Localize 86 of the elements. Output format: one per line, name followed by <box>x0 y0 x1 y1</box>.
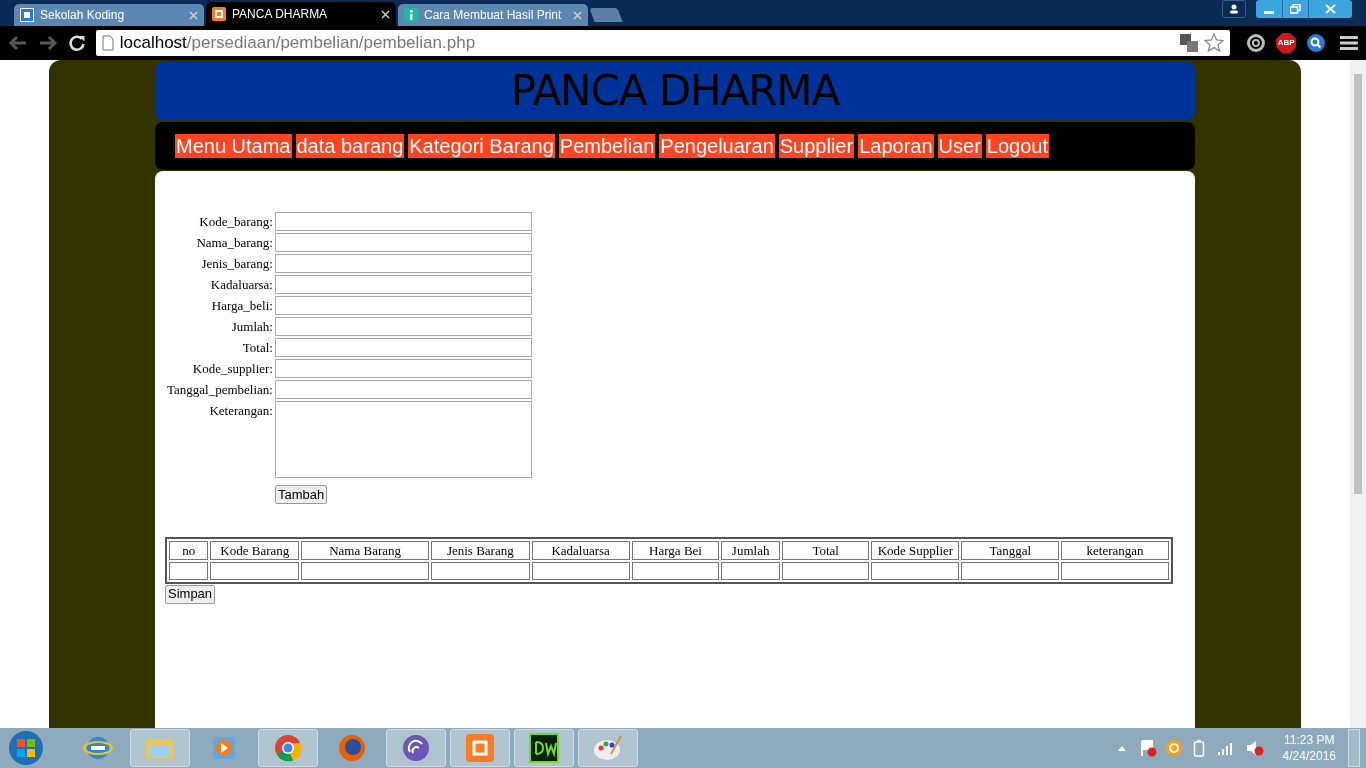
input-field[interactable] <box>274 359 532 378</box>
nav-link[interactable]: Kategori Barang <box>408 134 555 158</box>
dreamweaver-icon[interactable] <box>514 729 574 767</box>
translate-icon[interactable] <box>1180 34 1199 52</box>
input-field[interactable] <box>274 317 532 336</box>
clock-date[interactable]: 4/24/2016 <box>1282 748 1336 764</box>
browser-tab[interactable]: Sekolah Koding <box>14 4 204 26</box>
nav-link[interactable]: Pembelian <box>558 134 656 158</box>
flag-icon[interactable] <box>1138 739 1157 757</box>
xampp-favicon <box>212 7 226 21</box>
forward-icon[interactable] <box>37 35 58 51</box>
input-field[interactable] <box>274 296 532 315</box>
close-icon <box>1325 4 1336 14</box>
nav-link[interactable]: Supplier <box>778 134 855 158</box>
circle-extension-icon[interactable] <box>1246 33 1267 53</box>
nav-link[interactable]: data barang <box>295 134 405 158</box>
back-icon[interactable] <box>8 35 28 51</box>
field-label: Tanggal_pembelian: <box>167 381 273 399</box>
start-button[interactable] <box>6 730 46 766</box>
column-header: no <box>169 541 209 560</box>
column-header: keterangan <box>1061 541 1169 560</box>
close-tab-icon[interactable] <box>381 9 390 19</box>
ring-icon[interactable] <box>1164 739 1183 757</box>
show-desktop-button[interactable] <box>1348 729 1360 767</box>
reload-icon[interactable] <box>67 34 86 52</box>
close-button[interactable] <box>1308 0 1352 18</box>
nav-link[interactable]: User <box>937 134 982 158</box>
input-field[interactable] <box>274 254 532 273</box>
field-label: Jenis_barang: <box>200 255 273 273</box>
chrome-icon[interactable] <box>258 729 318 767</box>
table-cell <box>169 562 209 580</box>
column-header: Kode Barang <box>210 541 300 560</box>
column-header: Kode Supplier <box>871 541 960 560</box>
input-field[interactable] <box>274 212 532 231</box>
tambah-button[interactable]: Tambah <box>274 485 328 504</box>
minimize-icon <box>1264 11 1274 14</box>
column-header: Jumlah <box>721 541 780 560</box>
column-header: Total <box>781 541 870 560</box>
site-header: PANCA DHARMA <box>155 62 1195 120</box>
field-label: Kadaluarsa: <box>209 276 273 294</box>
column-header: Jenis Barang <box>431 541 530 560</box>
column-header: Harga Bei <box>631 541 720 560</box>
scrollbar[interactable] <box>1350 60 1366 728</box>
browser-tab[interactable]: Cara Membuat Hasil Print <box>398 4 588 26</box>
address-bar[interactable]: localhost/persediaan/pembelian/pembelian.php <box>95 30 1231 56</box>
input-field[interactable] <box>274 275 532 294</box>
clock-time[interactable]: 11:23 PM <box>1284 732 1335 748</box>
minimize-button[interactable] <box>1256 0 1282 18</box>
page-favicon <box>20 8 34 22</box>
url-text: localhost/persediaan/pembelian/pembelian.php <box>119 32 476 55</box>
info-favicon <box>404 8 418 22</box>
nav-link[interactable]: Menu Utama <box>175 134 292 158</box>
input-field[interactable] <box>274 380 532 399</box>
column-header: Tanggal <box>961 541 1060 560</box>
restore-icon <box>1290 4 1301 14</box>
muted-speaker-icon[interactable] <box>1244 739 1265 757</box>
browser-tab[interactable]: PANCA DHARMA <box>206 2 396 26</box>
input-field[interactable] <box>274 233 532 252</box>
adblock-button[interactable]: ABP <box>1276 33 1297 53</box>
input-field[interactable] <box>274 338 532 357</box>
save-button[interactable]: Simpan <box>165 584 216 604</box>
field-label: Harga_beli: <box>210 297 273 315</box>
signal-icon[interactable] <box>1216 741 1235 755</box>
nav-link[interactable]: Logout <box>985 134 1049 158</box>
column-header: Kadaluarsa <box>531 541 630 560</box>
nav-link[interactable]: Pengeluaran <box>659 134 775 158</box>
star-icon[interactable] <box>1204 33 1225 53</box>
field-label: Kode_supplier: <box>191 360 273 378</box>
table-cell <box>721 562 780 580</box>
battery-icon[interactable] <box>1192 739 1205 757</box>
page-icon <box>101 35 114 51</box>
user-icon[interactable] <box>1222 0 1246 18</box>
field-label: Jumlah: <box>230 318 273 336</box>
torrent-icon[interactable] <box>386 729 446 767</box>
new-tab-button[interactable] <box>589 8 623 22</box>
search-extension-icon[interactable] <box>1306 33 1327 53</box>
menu-icon[interactable] <box>1340 35 1358 51</box>
keterangan-textarea[interactable] <box>274 401 532 478</box>
show-hidden-icons-icon[interactable] <box>1116 744 1127 752</box>
field-label: Kode_barang: <box>198 213 273 231</box>
field-label: Nama_barang: <box>195 234 273 252</box>
restore-button[interactable] <box>1282 0 1308 18</box>
field-label: Keterangan: <box>208 402 273 420</box>
column-header: Nama Barang <box>301 541 430 560</box>
nav-link[interactable]: Laporan <box>858 134 934 158</box>
field-label: Total: <box>241 339 273 357</box>
